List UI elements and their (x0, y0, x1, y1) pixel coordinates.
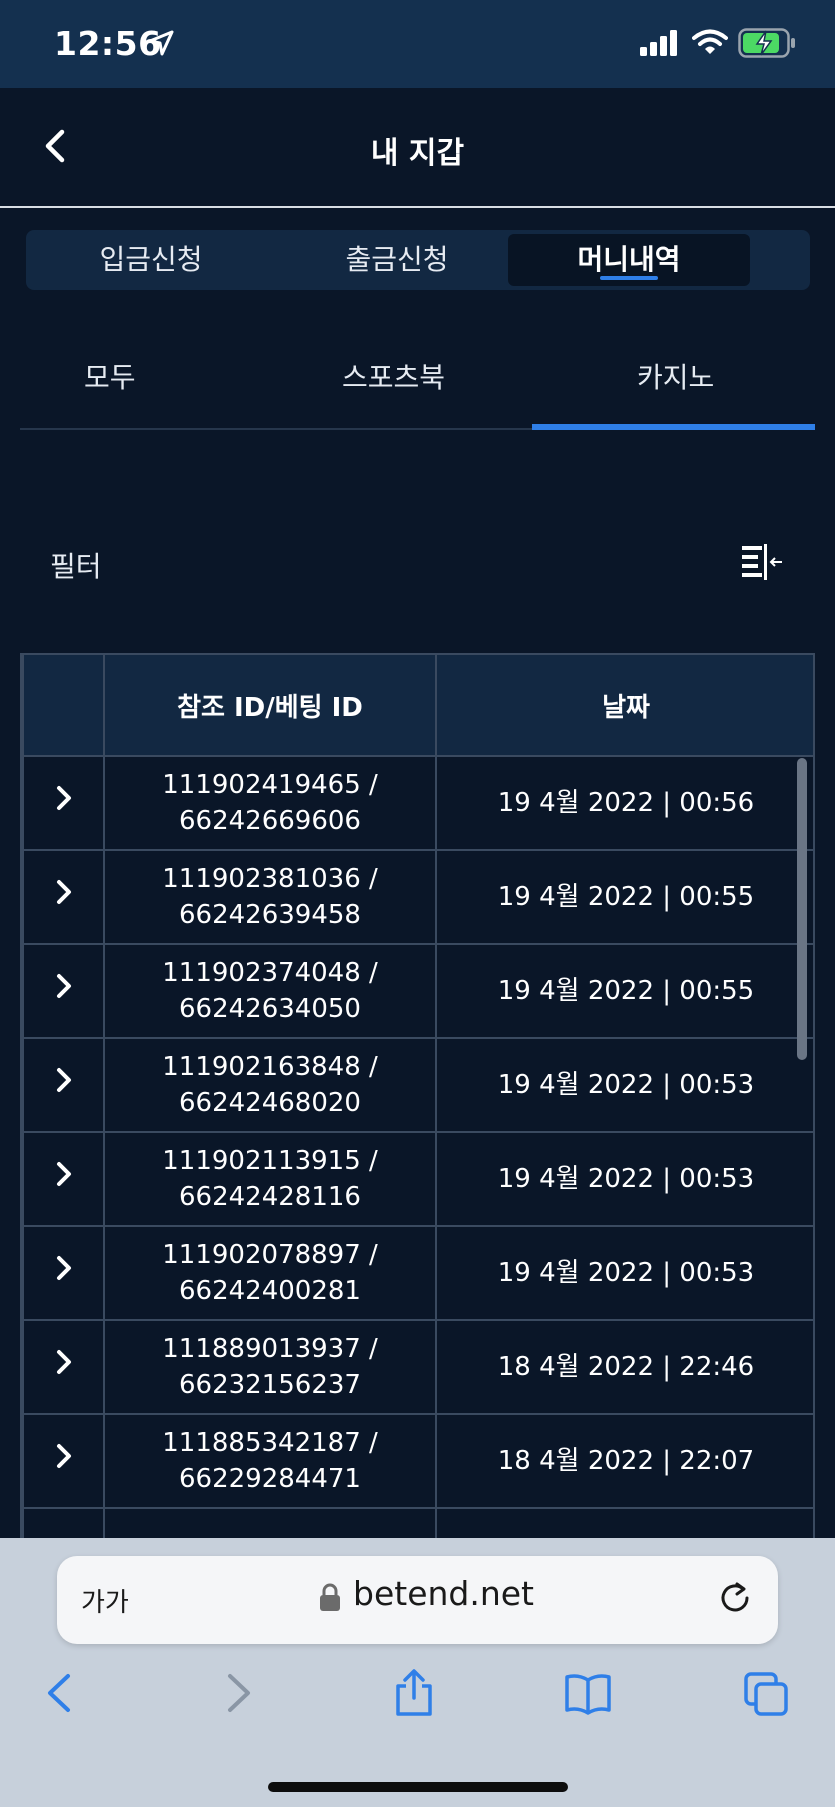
ref-id: 111902374048 / (162, 958, 378, 988)
location-arrow-icon (148, 30, 174, 56)
bet-id: 66242669606 (179, 806, 361, 836)
url-text: betend.net (353, 1574, 535, 1613)
expand-column-header (22, 653, 105, 757)
wifi-icon (692, 29, 728, 54)
page-title: 내 지갑 (370, 136, 465, 171)
subtab-active-indicator (532, 424, 815, 430)
date-cell: 19 4월 2022 | 00:53 (435, 1131, 813, 1227)
tab-deposit-request[interactable]: 입금신청 (30, 234, 272, 286)
ref-id: 111902113915 / (162, 1146, 378, 1176)
tab-withdraw-request[interactable]: 출금신청 (276, 234, 518, 286)
expand-cell[interactable] (22, 755, 105, 851)
date-cell: 19 4월 2022 | 00:55 (435, 849, 813, 945)
ref-id-column-header: 참조 ID/베팅 ID (103, 653, 437, 757)
ref-bet-id-cell: 111902381036 / 66242639458 (103, 849, 437, 945)
chevron-right-icon[interactable] (53, 972, 75, 1000)
ref-bet-id-cell: 111885342187 / 66229284471 (103, 1413, 437, 1509)
chevron-right-icon[interactable] (53, 1160, 75, 1188)
expand-cell[interactable] (22, 943, 105, 1039)
table-row[interactable]: 111889013937 / 66232156237 18 4월 2022 | 2… (22, 1319, 813, 1415)
subtab-casino[interactable]: 카지노 (637, 356, 714, 396)
browser-back-icon[interactable] (36, 1668, 84, 1718)
lock-icon (320, 1583, 340, 1611)
cellular-signal-icon (640, 30, 677, 56)
ref-bet-id-cell: 111889013937 / 66232156237 (103, 1319, 437, 1415)
table-row[interactable]: 111902163848 / 66242468020 19 4월 2022 | 0… (22, 1037, 813, 1133)
tab-money-history[interactable]: 머니내역 (508, 234, 750, 286)
table-header-row: 참조 ID/베팅 ID 날짜 (22, 653, 813, 757)
subtab-sportsbook[interactable]: 스포츠북 (342, 356, 445, 396)
ref-id: 111902419465 / (162, 770, 378, 800)
expand-cell[interactable] (22, 1319, 105, 1415)
table-row[interactable]: 111902381036 / 66242639458 19 4월 2022 | 0… (22, 849, 813, 945)
table-row[interactable]: 111902078897 / 66242400281 19 4월 2022 | 0… (22, 1225, 813, 1321)
bet-id: 66242468020 (179, 1088, 361, 1118)
subtab-all[interactable]: 모두 (84, 356, 136, 396)
expand-cell[interactable] (22, 1413, 105, 1509)
date-cell: 19 4월 2022 | 00:55 (435, 943, 813, 1039)
table-row[interactable]: 111902419465 / 66242669606 19 4월 2022 | 0… (22, 755, 813, 851)
ref-bet-id-cell: 111902374048 / 66242634050 (103, 943, 437, 1039)
reload-icon[interactable] (717, 1580, 753, 1616)
ref-bet-id-cell: 111902078897 / 66242400281 (103, 1225, 437, 1321)
browser-toolbar: 가가 betend.net (0, 1538, 835, 1807)
ref-id: 111889013937 / (162, 1334, 378, 1364)
ref-id: 111902163848 / (162, 1052, 378, 1082)
table-row-partial (22, 1507, 813, 1538)
history-table: 참조 ID/베팅 ID 날짜 111902419465 / 66242669606… (22, 653, 813, 1538)
bet-id: 66242400281 (179, 1276, 361, 1306)
share-icon[interactable] (390, 1668, 438, 1718)
filter-collapse-icon[interactable] (740, 542, 784, 582)
table-row[interactable]: 111902374048 / 66242634050 19 4월 2022 | 0… (22, 943, 813, 1039)
expand-cell[interactable] (22, 849, 105, 945)
expand-cell[interactable] (22, 1225, 105, 1321)
bet-id: 66242639458 (179, 900, 361, 930)
date-cell: 19 4월 2022 | 00:53 (435, 1037, 813, 1133)
chevron-right-icon[interactable] (53, 1442, 75, 1470)
table-scrollbar[interactable] (797, 758, 807, 1060)
table-row[interactable]: 111885342187 / 66229284471 18 4월 2022 | 2… (22, 1413, 813, 1509)
text-size-button[interactable]: 가가 (81, 1582, 129, 1619)
browser-forward-icon[interactable] (214, 1668, 262, 1718)
chevron-right-icon[interactable] (53, 878, 75, 906)
date-cell: 19 4월 2022 | 00:53 (435, 1225, 813, 1321)
main-tabs: 입금신청 출금신청 머니내역 (26, 230, 810, 290)
table-row[interactable]: 111902113915 / 66242428116 19 4월 2022 | 0… (22, 1131, 813, 1227)
bet-id: 66242634050 (179, 994, 361, 1024)
ref-id: 111902078897 / (162, 1240, 378, 1270)
chevron-right-icon[interactable] (53, 784, 75, 812)
chevron-right-icon[interactable] (53, 1066, 75, 1094)
filter-label[interactable]: 필터 (50, 545, 102, 585)
status-time: 12:56 (54, 24, 162, 63)
tab-money-history-label: 머니내역 (577, 243, 681, 276)
chevron-right-icon[interactable] (53, 1254, 75, 1282)
bet-id: 66229284471 (179, 1464, 361, 1494)
status-bar: 12:56 (0, 0, 835, 88)
ref-id: 111885342187 / (162, 1428, 378, 1458)
tabs-icon[interactable] (742, 1668, 790, 1718)
ref-id: 111902381036 / (162, 864, 378, 894)
sub-tabs: 모두 스포츠북 카지노 (20, 340, 815, 430)
history-table-container[interactable]: 참조 ID/베팅 ID 날짜 111902419465 / 66242669606… (20, 653, 815, 1538)
date-cell: 18 4월 2022 | 22:46 (435, 1319, 813, 1415)
date-cell: 19 4월 2022 | 00:56 (435, 755, 813, 851)
expand-cell[interactable] (22, 1131, 105, 1227)
bet-id: 66232156237 (179, 1370, 361, 1400)
app-header: 내 지갑 (0, 88, 835, 208)
expand-cell[interactable] (22, 1037, 105, 1133)
date-cell: 18 4월 2022 | 22:07 (435, 1413, 813, 1509)
home-indicator (268, 1782, 568, 1792)
bookmarks-icon[interactable] (564, 1668, 612, 1718)
bet-id: 66242428116 (179, 1182, 361, 1212)
date-column-header: 날짜 (435, 653, 813, 757)
battery-charging-icon (738, 28, 795, 58)
address-bar[interactable]: 가가 betend.net (57, 1556, 778, 1644)
ref-bet-id-cell: 111902113915 / 66242428116 (103, 1131, 437, 1227)
ref-bet-id-cell: 111902163848 / 66242468020 (103, 1037, 437, 1133)
chevron-right-icon[interactable] (53, 1348, 75, 1376)
ref-bet-id-cell: 111902419465 / 66242669606 (103, 755, 437, 851)
active-tab-underline (600, 276, 658, 280)
